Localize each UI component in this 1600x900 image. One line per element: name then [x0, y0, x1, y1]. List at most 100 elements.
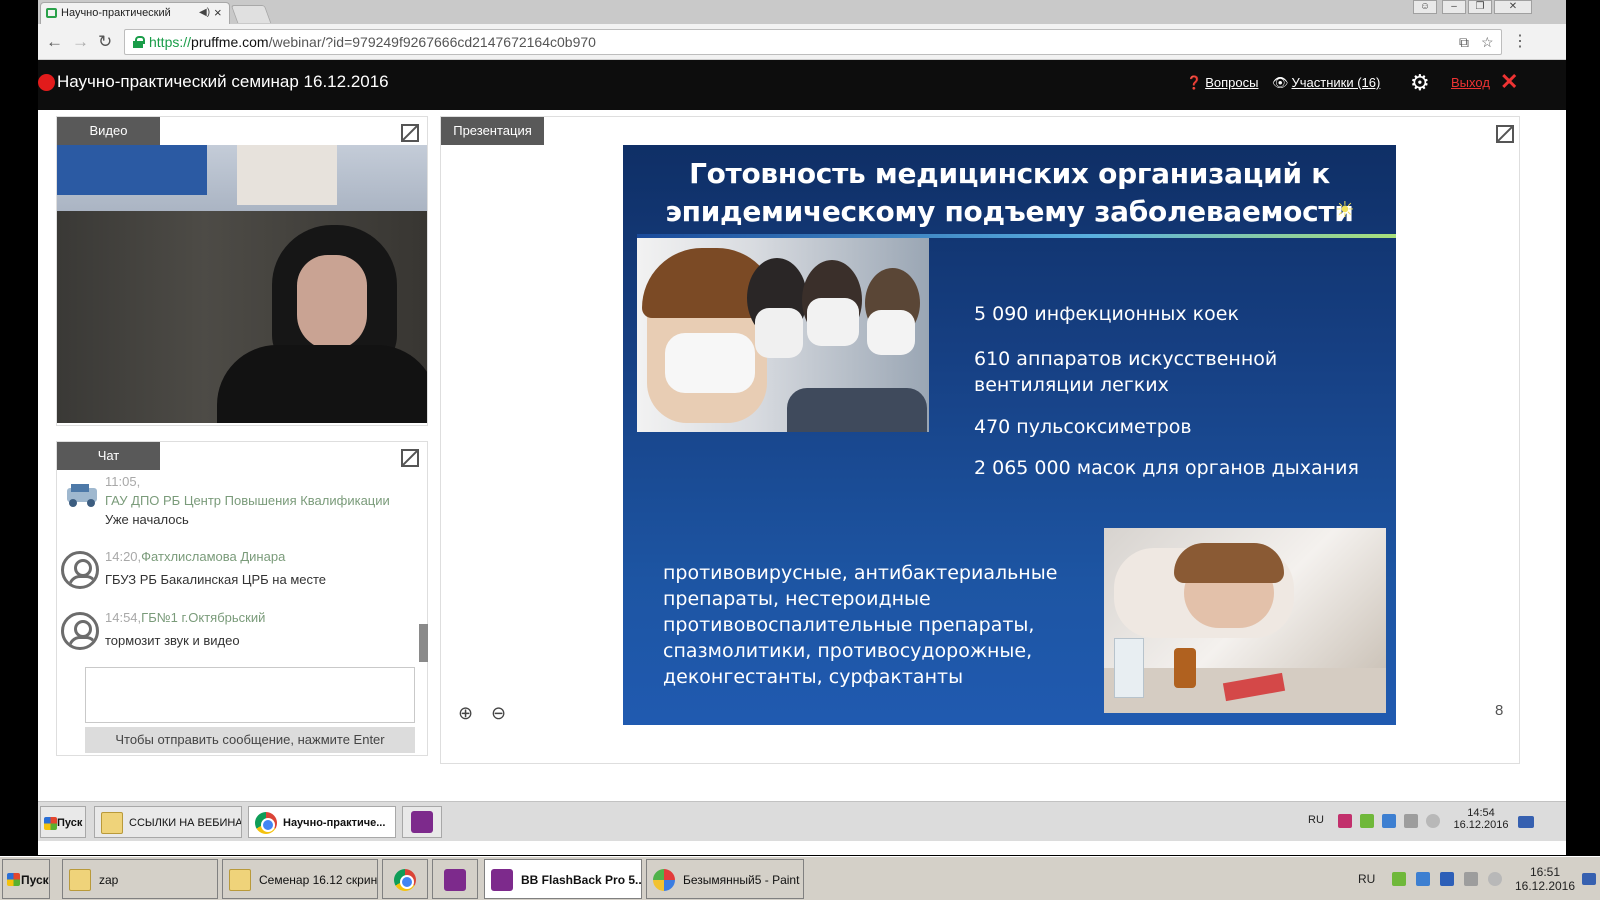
video-background-photo	[237, 145, 337, 205]
clock-time: 16:51	[1529, 865, 1561, 879]
translate-icon[interactable]: ⧉	[1459, 34, 1469, 51]
presentation-tab[interactable]: Презентация	[441, 117, 544, 145]
recorded-language[interactable]: RU	[1308, 814, 1324, 826]
recorded-taskbar: Пуск ССЫЛКИ НА ВЕБИНАРЫ Научно-практиче.…	[38, 801, 1566, 841]
taskbar-label: Семенар 16.12 скрины	[259, 873, 378, 887]
tray-battery-icon[interactable]	[1360, 814, 1374, 828]
recorder-taskbar-item[interactable]	[402, 806, 442, 838]
questions-label: Вопросы	[1205, 75, 1259, 90]
start-button[interactable]: Пуск	[2, 859, 50, 899]
chat-tab[interactable]: Чат	[57, 442, 160, 470]
taskbar: Пуск zap Семенар 16.12 скрины BB FlashBa…	[0, 856, 1600, 900]
tray-device-icon[interactable]	[1404, 814, 1418, 828]
minimize-icon[interactable]: –	[1442, 0, 1466, 14]
browser-menu-icon[interactable]: ⋮	[1512, 32, 1528, 52]
participants-label: Участники (16)	[1291, 75, 1381, 90]
zoom-out-icon[interactable]: ⊖	[491, 703, 506, 724]
profile-icon[interactable]: ☺	[1413, 0, 1437, 14]
folder-icon	[69, 869, 91, 891]
show-desktop-icon[interactable]	[1582, 873, 1596, 885]
tab-title: Научно-практический	[61, 7, 171, 19]
chat-message-input[interactable]	[85, 667, 415, 723]
folder-icon	[229, 869, 251, 891]
tray-app-icon[interactable]	[1338, 814, 1352, 828]
address-bar[interactable]: https://pruffme.com/webinar/?id=979249f9…	[124, 29, 1502, 55]
reload-icon[interactable]: ↻	[98, 32, 112, 52]
chat-scrollbar[interactable]	[419, 624, 428, 662]
restore-icon[interactable]: ❐	[1468, 0, 1492, 14]
slide-drug-line: противовирусные, антибактериальные	[663, 562, 1058, 584]
slide-drug-list: противовирусные, антибактериальные препа…	[663, 560, 1083, 690]
slide-drug-line: спазмолитики, противосудорожные,	[663, 640, 1033, 662]
chrome-icon	[255, 812, 277, 834]
video-tab[interactable]: Видео	[57, 117, 160, 145]
slide-drug-line: противовоспалительные препараты,	[663, 614, 1035, 636]
tray-network-icon[interactable]	[1416, 872, 1430, 886]
recorded-start-button[interactable]: Пуск	[40, 806, 86, 838]
tray-security-icon[interactable]	[1440, 872, 1454, 886]
taskbar-label: zap	[99, 873, 119, 887]
taskbar-recorder-item[interactable]	[432, 859, 478, 899]
chat-messages[interactable]: 11:05, ГАУ ДПО РБ Центр Повышения Квалиф…	[57, 474, 419, 664]
speaker-face	[297, 255, 367, 350]
chat-author[interactable]: ГАУ ДПО РБ Центр Повышения Квалификации	[105, 493, 390, 508]
browser-tabstrip: Научно-практический ◀) × ☺ – ❐ ✕	[38, 0, 1566, 24]
send-hint[interactable]: Чтобы отправить сообщение, нажмите Enter	[85, 727, 415, 753]
webinar-favicon-icon	[46, 8, 57, 18]
user-avatar-icon	[61, 612, 99, 650]
chat-author[interactable]: Фатхлисламова Динара	[141, 549, 285, 564]
chat-message-meta: 14:20,Фатхлисламова Динара	[105, 549, 285, 564]
organization-avatar-icon	[67, 484, 97, 507]
expand-video-icon[interactable]	[401, 124, 419, 142]
slide-stat: 5 090 инфекционных коек	[974, 303, 1239, 325]
recorded-screen: Научно-практический ◀) × ☺ – ❐ ✕ ← → ↻ h…	[38, 0, 1566, 855]
taskbar-item[interactable]: BB FlashBack Pro 5...	[484, 859, 642, 899]
chat-author[interactable]: ГБ№1 г.Октябрьский	[141, 610, 265, 625]
recorded-clock[interactable]: 14:54 16.12.2016	[1446, 807, 1516, 831]
slide-stat: 610 аппаратов искусственной	[974, 348, 1278, 370]
recorded-taskbar-item[interactable]: ССЫЛКИ НА ВЕБИНАРЫ	[94, 806, 242, 838]
exit-link[interactable]: Выход	[1451, 75, 1490, 90]
page-title: Научно-практический семинар 16.12.2016	[57, 72, 389, 91]
chat-time: 14:54,	[105, 610, 142, 625]
new-tab-button[interactable]	[230, 5, 272, 23]
browser-tab[interactable]: Научно-практический ◀) ×	[40, 2, 230, 24]
expand-chat-icon[interactable]	[401, 449, 419, 467]
chat-text: Уже началось	[105, 512, 189, 527]
taskbar-item[interactable]: Семенар 16.12 скрины	[222, 859, 378, 899]
recorded-taskbar-item[interactable]: Научно-практиче...	[248, 806, 396, 838]
window-close-icon[interactable]: ✕	[1494, 0, 1532, 14]
chat-panel: Чат 11:05, ГАУ ДПО РБ Центр Повышения Кв…	[56, 441, 428, 756]
tray-device-icon[interactable]	[1464, 872, 1478, 886]
tray-battery-icon[interactable]	[1392, 872, 1406, 886]
show-desktop-icon[interactable]	[1518, 816, 1534, 828]
clock[interactable]: 16:51 16.12.2016	[1512, 865, 1578, 893]
secure-lock-icon	[133, 36, 145, 48]
chat-time: 14:20,	[105, 549, 142, 564]
taskbar-label: BB FlashBack Pro 5...	[521, 873, 642, 887]
participants-link[interactable]: 👁 Участники (16)	[1272, 75, 1380, 91]
presentation-panel: Презентация Готовность медицинских орган…	[440, 116, 1520, 764]
sick-patient-photo	[1104, 528, 1386, 713]
taskbar-item[interactable]: Безымянный5 - Paint	[646, 859, 804, 899]
settings-gear-icon[interactable]: ⚙	[1410, 70, 1430, 96]
forward-icon[interactable]: →	[72, 32, 89, 52]
bookmark-star-icon[interactable]: ☆	[1481, 34, 1494, 51]
questions-link[interactable]: ❓ Вопросы	[1186, 75, 1258, 91]
slide-drug-line: деконгестанты, сурфактанты	[663, 666, 964, 688]
zoom-in-icon[interactable]: ⊕	[458, 703, 473, 724]
tab-close-icon[interactable]: ×	[214, 5, 222, 20]
recorded-taskbar-label: Научно-практиче...	[283, 817, 386, 829]
tray-volume-icon[interactable]	[1488, 872, 1502, 886]
exit-close-icon[interactable]: ✕	[1500, 69, 1518, 95]
video-stream[interactable]	[57, 145, 427, 423]
language-indicator[interactable]: RU	[1358, 872, 1375, 886]
tray-volume-icon[interactable]	[1426, 814, 1440, 828]
user-avatar-icon	[61, 551, 99, 589]
taskbar-chrome-item[interactable]	[382, 859, 428, 899]
tray-network-icon[interactable]	[1382, 814, 1396, 828]
taskbar-item[interactable]: zap	[62, 859, 218, 899]
presentation-slide: Готовность медицинских организаций к эпи…	[623, 145, 1396, 725]
back-icon[interactable]: ←	[46, 32, 63, 52]
expand-presentation-icon[interactable]	[1496, 125, 1514, 143]
